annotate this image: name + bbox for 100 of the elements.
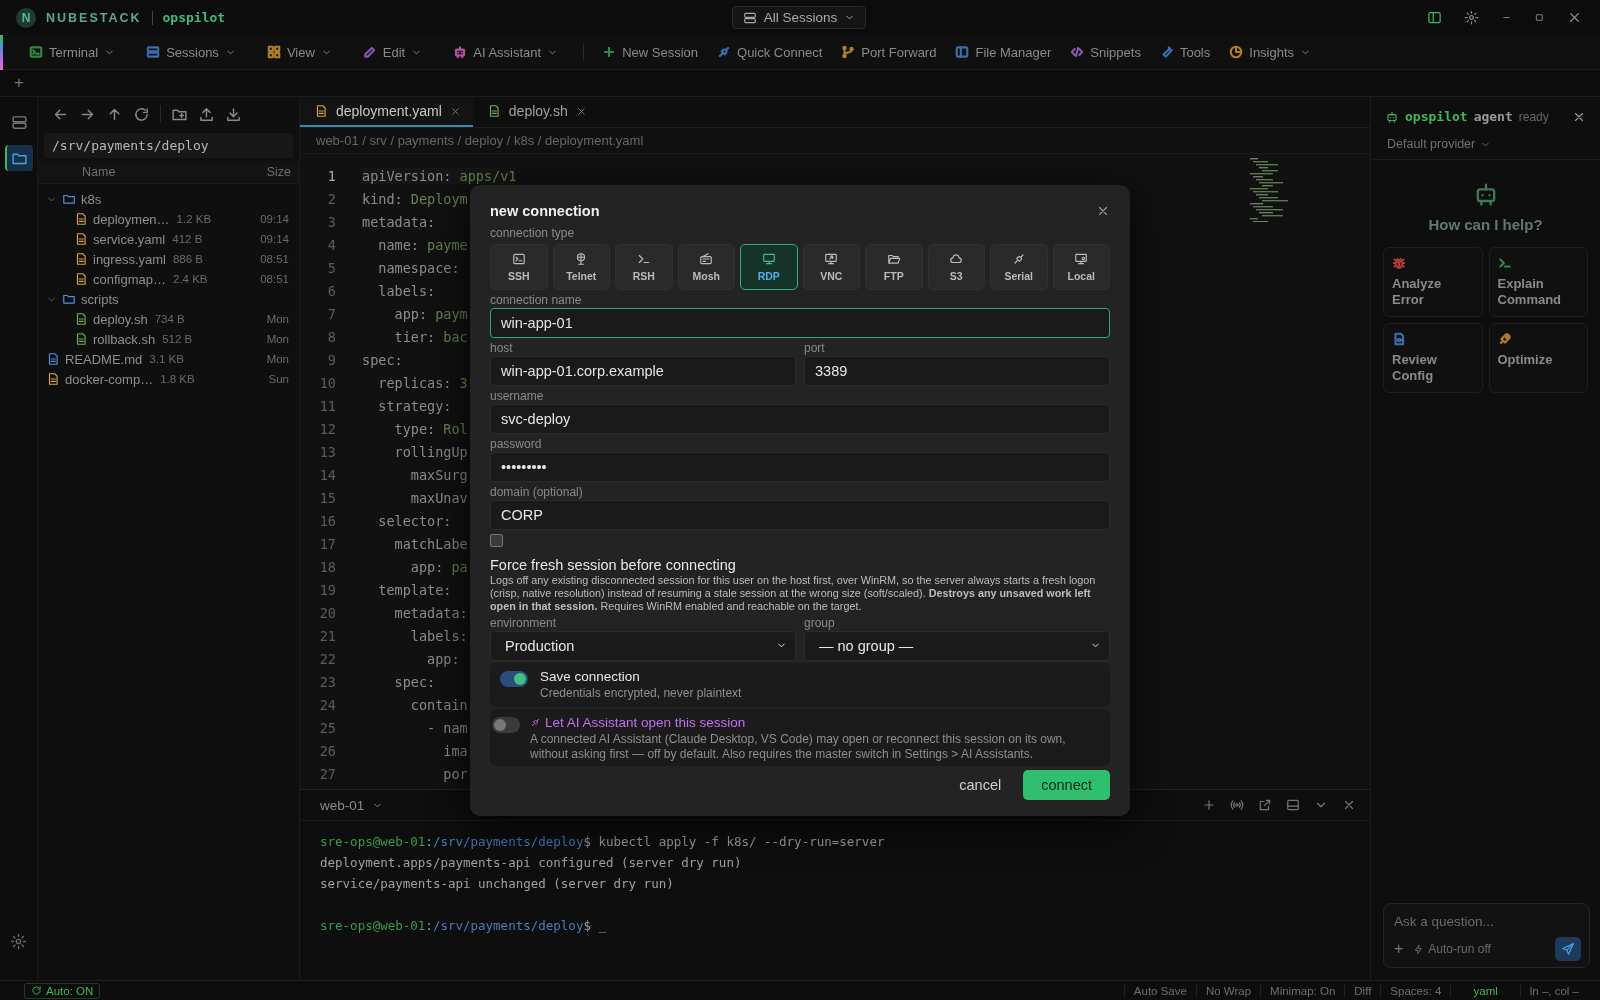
connection-type-button[interactable]: S3 [927,243,985,290]
external-link-icon[interactable] [1258,798,1272,812]
code-line: por [442,765,468,782]
auto-run-toggle[interactable]: Auto-run off [1413,942,1491,956]
file-name: deploymen… [93,211,170,227]
send-button[interactable] [1555,937,1581,961]
tree-item[interactable]: k8s [38,189,299,209]
code-line: metadata: [393,604,468,621]
line-number: 27 [318,765,337,782]
file-name: service.yaml [93,231,166,247]
input-field[interactable]: win-app-01 [490,307,1110,338]
terminal-tab[interactable]: web-01 [320,797,384,813]
monitor-icon [824,251,839,266]
file-icon [74,332,88,346]
path-field[interactable]: /srv/payments/deploy [44,133,293,158]
attach-button[interactable]: + [1394,940,1404,958]
connection-type-button[interactable]: VNC [802,243,860,290]
option-description: A connected AI Assistant (Claude Desktop, VS Code) may open or reconnect this session on its own, without asking first — off by default. Also requires the master switch in Settings > AI Assistants. [530,731,1067,762]
action-card[interactable]: Review Config [1383,323,1483,393]
new-tab-button[interactable]: + [12,73,26,93]
menu-item[interactable]: Tools [1153,40,1217,64]
menu-item[interactable]: Insights [1223,40,1318,64]
refresh-icon [31,985,42,996]
activity-button[interactable] [4,145,33,171]
checkbox[interactable] [490,533,503,547]
connection-type-button[interactable]: Local [1052,243,1110,290]
product-name: opspilot [162,10,226,25]
menu-item[interactable]: File Manager [949,40,1058,64]
code-line: matchLabe [393,535,468,552]
menu-item[interactable]: Snippets [1064,40,1147,64]
toggle-switch[interactable] [492,716,520,733]
file-icon [46,372,60,386]
action-card[interactable]: Analyze Error [1383,247,1483,317]
connection-type-button[interactable]: RDP [740,243,798,290]
connection-type-button[interactable]: Serial [990,243,1048,290]
terminal-line: deployment.apps/payments-api configured (server dry run) [320,854,743,872]
menu-item[interactable]: Sessions [140,40,242,64]
cancel-button[interactable]: cancel [955,769,1006,800]
line-number: 24 [318,696,337,713]
toggle-switch[interactable] [500,670,528,687]
menu-item[interactable]: New Session [596,40,705,64]
question-field[interactable]: Ask a question... + Auto-run off [1383,903,1590,968]
status-item[interactable]: No Wrap [1195,984,1261,997]
status-item[interactable]: Minimap: On [1260,984,1345,997]
auto-sync-badge[interactable]: Auto: ON [24,982,101,999]
action-card[interactable]: Optimize [1488,323,1588,393]
broadcast-icon[interactable] [1230,798,1244,812]
status-item[interactable]: Auto Save [1123,984,1196,997]
status-item[interactable]: ln –, col – [1519,984,1588,997]
close-icon[interactable] [1567,10,1582,25]
connection-type-button[interactable]: RSH [615,243,673,290]
refresh-icon[interactable] [133,105,150,123]
menu-item[interactable]: AI Assistant [447,40,565,64]
settings-icon[interactable] [1464,10,1479,25]
status-item[interactable]: Diff [1344,984,1381,997]
menu-item[interactable]: Port Forward [835,40,943,64]
panel-icon[interactable] [1286,798,1300,812]
file-name: rollback.sh [93,331,156,347]
file-name: configmap… [93,271,166,287]
logo: N [16,7,36,28]
option-title: Save connection [540,668,640,684]
download-icon[interactable] [225,105,242,123]
session-switcher[interactable]: All Sessions [731,6,867,29]
tree-item[interactable]: scripts [38,289,299,309]
status-item[interactable]: Spaces: 4 [1380,984,1451,997]
code-line: labels: [377,282,436,299]
menu-item[interactable]: Edit [356,40,429,64]
input-field[interactable]: CORP [490,499,1110,530]
code-line: metadata: [362,213,436,230]
close-icon[interactable] [1342,798,1356,812]
maximize-icon[interactable] [1534,12,1545,23]
option-title: Let AI Assistant open this session [545,714,746,730]
input-field[interactable]: 3389 [804,355,1110,386]
menu-item[interactable]: Quick Connect [711,40,829,64]
connection-type-button[interactable]: Mosh [677,243,735,290]
settings-icon[interactable] [10,933,27,950]
upload-icon[interactable] [198,105,215,123]
radio-icon [699,251,714,266]
editor-tab[interactable]: deploy.sh [472,97,599,127]
status-item[interactable]: yaml [1450,984,1520,997]
input-field[interactable]: svc-deploy [490,403,1110,434]
group-dropdown[interactable]: — no group — [804,630,1110,661]
terminal-line: sre-ops@web-01:/srv/payments/deploy$ _ [320,917,607,935]
menu-item[interactable]: View [260,40,338,64]
connection-type-button[interactable]: SSH [490,243,548,290]
sidebar-toggle-icon[interactable] [1427,10,1442,25]
connect-button[interactable]: connect [1023,769,1110,800]
connection-type-button[interactable]: Telnet [552,243,610,290]
environment-dropdown[interactable]: Production [490,630,796,661]
input-field[interactable]: win-app-01.corp.example [490,355,796,386]
input-field[interactable]: ••••••••• [490,451,1110,482]
editor-tab[interactable]: deployment.yaml [300,97,473,127]
action-card[interactable]: Explain Command [1488,247,1588,317]
connection-type-button[interactable]: FTP [865,243,923,290]
file-size: 512 B [162,333,194,345]
file-time: Sun [268,373,289,385]
option-description: Logs off any existing disconnected session for this user on the host first, over WinRM, so the server always starts a fresh logon (crisp, native resolution) instead of resuming a stale session at the wrong size (soft/scaled). Destroys any unsaved work left open in that session. Requires WinRM enabled and reachable on the target. [490,573,1097,613]
provider-dropdown[interactable]: Default provider [1387,137,1492,151]
line-number: 8 [326,328,337,345]
menu-item[interactable]: Terminal [23,40,122,64]
